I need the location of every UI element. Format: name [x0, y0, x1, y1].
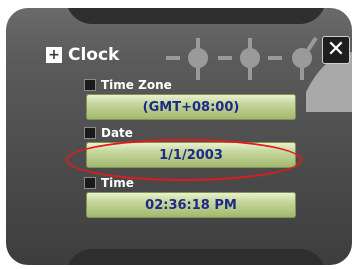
clock-widget: + Clock ✕ Time Zone (GMT+08:00) Date 1/1…	[0, 0, 356, 269]
bottom-notch	[66, 249, 326, 265]
widget-title: + Clock	[46, 44, 119, 66]
close-icon: ✕	[326, 37, 346, 62]
time-value: 02:36:18 PM	[145, 197, 237, 213]
timezone-label: Time Zone	[84, 78, 172, 92]
timezone-label-text: Time Zone	[101, 78, 172, 92]
widget-title-text: Clock	[68, 45, 120, 65]
date-label-text: Date	[101, 126, 133, 140]
plus-icon[interactable]: +	[46, 47, 62, 63]
date-checkbox[interactable]	[84, 127, 96, 139]
close-button[interactable]: ✕	[322, 36, 350, 64]
date-highlight-ellipse	[66, 139, 302, 181]
timezone-value: (GMT+08:00)	[142, 99, 240, 115]
time-checkbox[interactable]	[84, 177, 96, 189]
time-field[interactable]: 02:36:18 PM	[86, 192, 296, 218]
timezone-checkbox[interactable]	[84, 79, 96, 91]
widget-panel: + Clock ✕ Time Zone (GMT+08:00) Date 1/1…	[6, 8, 352, 265]
timezone-field[interactable]: (GMT+08:00)	[86, 94, 296, 120]
date-label: Date	[84, 126, 133, 140]
